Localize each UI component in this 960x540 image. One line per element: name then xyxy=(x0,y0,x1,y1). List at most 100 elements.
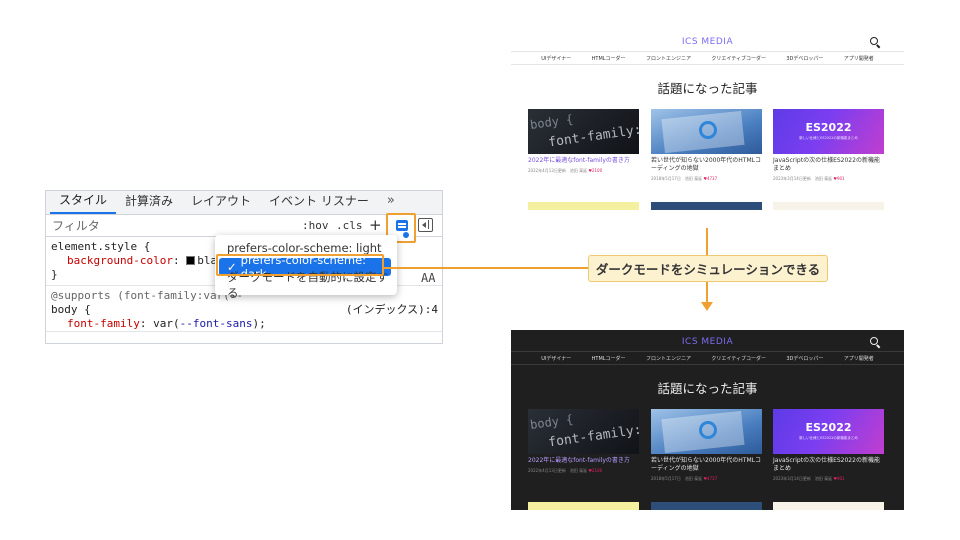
thumb-text: body { xyxy=(529,412,575,432)
article-title: JavaScriptの次の仕様ES2022の新機能まとめ xyxy=(773,457,880,472)
toggle-sidebar-icon[interactable] xyxy=(418,218,433,232)
next-card-thumbnail xyxy=(651,502,762,510)
color-swatch-icon[interactable] xyxy=(186,256,196,265)
likes-count: ♥2100 xyxy=(588,468,603,473)
article-meta: 2018年5月17日 池田 泰延 ♥4737 xyxy=(651,476,762,482)
thumb-text: body { xyxy=(529,112,575,132)
article-meta: 2023年3月14日更新 池田 泰延 ♥901 xyxy=(773,176,884,182)
tab-event-listeners[interactable]: イベント リスナー xyxy=(260,191,378,214)
menu-item-auto-dark[interactable]: ダークモードを自動的に設定する xyxy=(215,270,397,300)
likes-count: ♥4737 xyxy=(703,176,718,181)
font-editor-icon[interactable]: AA xyxy=(421,271,435,285)
article-title: JavaScriptの次の仕様ES2022の新機能まとめ xyxy=(773,157,880,172)
thumb-title: ES2022 xyxy=(805,421,852,434)
arrow-down-icon xyxy=(701,302,713,311)
article-thumbnail: ES2022 新しい仕様とES2022の新機能まとめ xyxy=(773,109,884,154)
article-card[interactable]: 若い世代が知らない2000年代のHTMLコーディングの地獄 2018年5月17日… xyxy=(651,409,762,482)
css-variable[interactable]: --font-sans xyxy=(180,317,253,330)
nav-item[interactable]: HTMLコーダー xyxy=(592,355,626,362)
rule-declaration[interactable]: font-family: var(--font-sans); xyxy=(51,317,437,331)
nav-item[interactable]: 3Dデベロッパー xyxy=(786,355,823,362)
site-preview-dark: ICS MEDIA UIデザイナー HTMLコーダー フロントエンジニア クリエ… xyxy=(511,330,904,510)
property-name: font-family xyxy=(67,317,140,330)
meta-text: 2022年4月13日更新 池田 泰延 xyxy=(528,468,588,473)
search-icon[interactable] xyxy=(870,37,878,45)
article-card[interactable]: body {font-family: 2022年に最適なfont-familyの… xyxy=(528,409,639,474)
more-tabs-button[interactable]: » xyxy=(378,191,404,214)
meta-text: 2018年5月17日 池田 泰延 xyxy=(651,176,703,181)
article-meta: 2018年5月17日 池田 泰延 ♥4737 xyxy=(651,176,762,182)
filter-input[interactable]: フィルタ xyxy=(52,217,292,234)
devtools-tabbar: スタイル 計算済み レイアウト イベント リスナー » xyxy=(46,191,442,215)
next-card-thumbnail xyxy=(528,502,639,510)
site-nav: UIデザイナー HTMLコーダー フロントエンジニア クリエイティブコーダー 3… xyxy=(511,51,904,65)
article-thumbnail: body {font-family: xyxy=(528,409,639,454)
nav-item[interactable]: HTMLコーダー xyxy=(592,55,626,62)
meta-text: 2022年4月13日更新 池田 泰延 xyxy=(528,168,588,173)
paintbrush-icon xyxy=(396,220,409,238)
selection-highlight xyxy=(216,254,384,276)
article-card[interactable]: ES2022 新しい仕様とES2022の新機能まとめ JavaScriptの次の仕… xyxy=(773,109,884,182)
site-nav: UIデザイナー HTMLコーダー フロントエンジニア クリエイティブコーダー 3… xyxy=(511,351,904,365)
nav-item[interactable]: アプリ開発者 xyxy=(844,55,874,62)
property-name: background-color xyxy=(67,254,173,267)
thumb-subtitle: 新しい仕様とES2022の新機能まとめ xyxy=(799,436,858,440)
connector-line xyxy=(706,280,708,304)
article-meta: 2022年4月13日更新 池田 泰延 ♥2100 xyxy=(528,168,639,174)
next-card-thumbnail xyxy=(651,202,762,210)
new-style-rule-button[interactable]: + xyxy=(369,216,382,234)
likes-count: ♥4737 xyxy=(703,476,718,481)
article-card[interactable]: ES2022 新しい仕様とES2022の新機能まとめ JavaScriptの次の仕… xyxy=(773,409,884,482)
article-card[interactable]: 若い世代が知らない2000年代のHTMLコーディングの地獄 2018年5月17日… xyxy=(651,109,762,182)
article-thumbnail xyxy=(651,109,762,154)
article-meta: 2023年3月14日更新 池田 泰延 ♥901 xyxy=(773,476,884,482)
meta-text: 2023年3月14日更新 池田 泰延 xyxy=(773,176,833,181)
connector-line xyxy=(706,228,708,256)
likes-count: ♥901 xyxy=(833,476,845,481)
tab-layout[interactable]: レイアウト xyxy=(182,191,260,214)
slide: スタイル 計算済み レイアウト イベント リスナー » フィルタ :hov .c… xyxy=(0,0,960,540)
nav-item[interactable]: UIデザイナー xyxy=(541,55,571,62)
likes-count: ♥901 xyxy=(833,176,845,181)
callout-label: ダークモードをシミュレーションできる xyxy=(588,255,828,282)
connector-line xyxy=(384,267,588,269)
thumb-title: ES2022 xyxy=(805,121,852,134)
meta-text: 2018年5月17日 池田 泰延 xyxy=(651,476,703,481)
nav-item[interactable]: フロントエンジニア xyxy=(646,55,691,62)
site-preview-light: ICS MEDIA UIデザイナー HTMLコーダー フロントエンジニア クリエ… xyxy=(511,30,904,210)
article-thumbnail xyxy=(651,409,762,454)
nav-item[interactable]: クリエイティブコーダー xyxy=(711,55,766,62)
next-card-thumbnail xyxy=(528,202,639,210)
article-thumbnail: body {font-family: xyxy=(528,109,639,154)
thumb-subtitle: 新しい仕様とES2022の新機能まとめ xyxy=(799,136,858,140)
nav-item[interactable]: クリエイティブコーダー xyxy=(711,355,766,362)
article-meta: 2022年4月13日更新 池田 泰延 ♥2100 xyxy=(528,468,639,474)
site-logo[interactable]: ICS MEDIA xyxy=(511,337,904,347)
value-prefix: var( xyxy=(153,317,180,330)
section-heading: 話題になった記事 xyxy=(657,381,758,396)
next-card-thumbnail xyxy=(773,202,884,210)
tab-computed[interactable]: 計算済み xyxy=(116,191,182,214)
article-thumbnail: ES2022 新しい仕様とES2022の新機能まとめ xyxy=(773,409,884,454)
nav-item[interactable]: アプリ開発者 xyxy=(844,355,874,362)
article-card[interactable]: body {font-family: 2022年に最適なfont-familyの… xyxy=(528,109,639,174)
hover-state-button[interactable]: :hov xyxy=(302,219,329,232)
site-logo[interactable]: ICS MEDIA xyxy=(511,37,904,47)
tab-styles[interactable]: スタイル xyxy=(50,191,117,214)
article-title: 若い世代が知らない2000年代のHTMLコーディングの地獄 xyxy=(651,157,761,172)
nav-item[interactable]: 3Dデベロッパー xyxy=(786,55,823,62)
nav-item[interactable]: UIデザイナー xyxy=(541,355,571,362)
class-toggle-button[interactable]: .cls xyxy=(336,219,363,232)
likes-count: ♥2100 xyxy=(588,168,603,173)
meta-text: 2023年3月14日更新 池田 泰延 xyxy=(773,476,833,481)
next-card-thumbnail xyxy=(773,502,884,510)
nav-item[interactable]: フロントエンジニア xyxy=(646,355,691,362)
styles-toolbar: フィルタ :hov .cls + xyxy=(46,215,442,237)
value-suffix: ); xyxy=(252,317,266,330)
article-title: 2022年に最適なfont-familyの書き方 xyxy=(528,457,630,464)
article-title: 若い世代が知らない2000年代のHTMLコーディングの地獄 xyxy=(651,457,761,472)
section-heading: 話題になった記事 xyxy=(657,81,758,96)
search-icon[interactable] xyxy=(870,337,878,345)
rule-source-link[interactable]: (インデックス):4 xyxy=(346,303,438,317)
article-title: 2022年に最適なfont-familyの書き方 xyxy=(528,157,630,164)
